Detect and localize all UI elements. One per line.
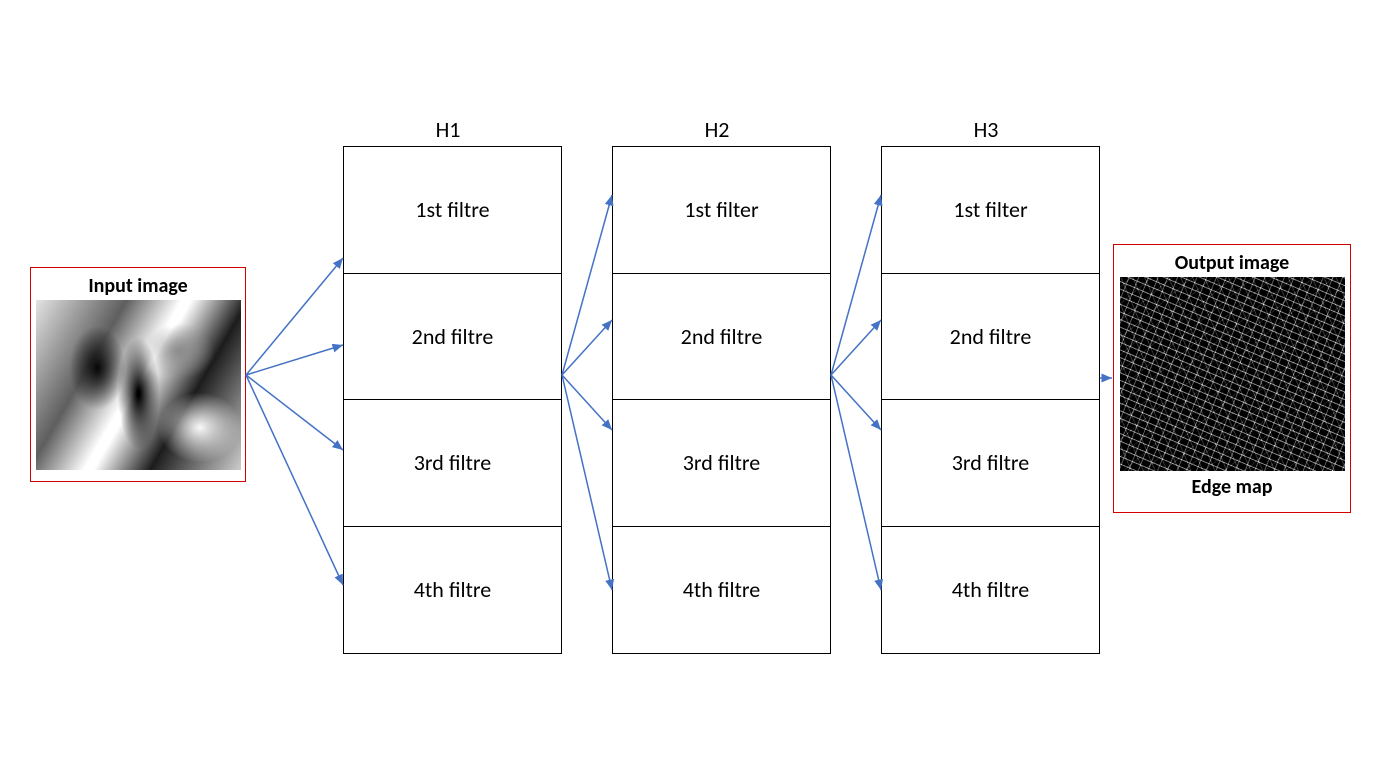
output-image — [1120, 277, 1345, 471]
input-image-box: Input image — [30, 267, 246, 482]
filter-cell: 1st filter — [613, 147, 830, 274]
filter-cell: 2nd filtre — [613, 274, 830, 401]
filter-cell: 1st filter — [882, 147, 1099, 274]
layer-label-h3: H3 — [956, 116, 1016, 143]
filter-cell: 3rd filtre — [882, 400, 1099, 527]
layer-label-h1: H1 — [418, 116, 478, 143]
layer-h1: 1st filtre 2nd filtre 3rd filtre 4th fil… — [343, 146, 562, 654]
filter-cell: 1st filtre — [344, 147, 561, 274]
output-image-title: Output image — [1114, 245, 1350, 277]
layer-h3: 1st filter 2nd filtre 3rd filtre 4th fil… — [881, 146, 1100, 654]
filter-cell: 4th filtre — [344, 527, 561, 654]
layer-label-h2: H2 — [687, 116, 747, 143]
filter-cell: 4th filtre — [882, 527, 1099, 654]
input-image-title: Input image — [31, 268, 245, 300]
filter-cell: 3rd filtre — [344, 400, 561, 527]
filter-cell: 4th filtre — [613, 527, 830, 654]
layer-h2: 1st filter 2nd filtre 3rd filtre 4th fil… — [612, 146, 831, 654]
filter-cell: 2nd filtre — [882, 274, 1099, 401]
filter-cell: 3rd filtre — [613, 400, 830, 527]
filter-cell: 2nd filtre — [344, 274, 561, 401]
input-image — [36, 300, 241, 470]
output-image-subtitle: Edge map — [1114, 471, 1350, 503]
output-image-box: Output image Edge map — [1113, 244, 1351, 513]
